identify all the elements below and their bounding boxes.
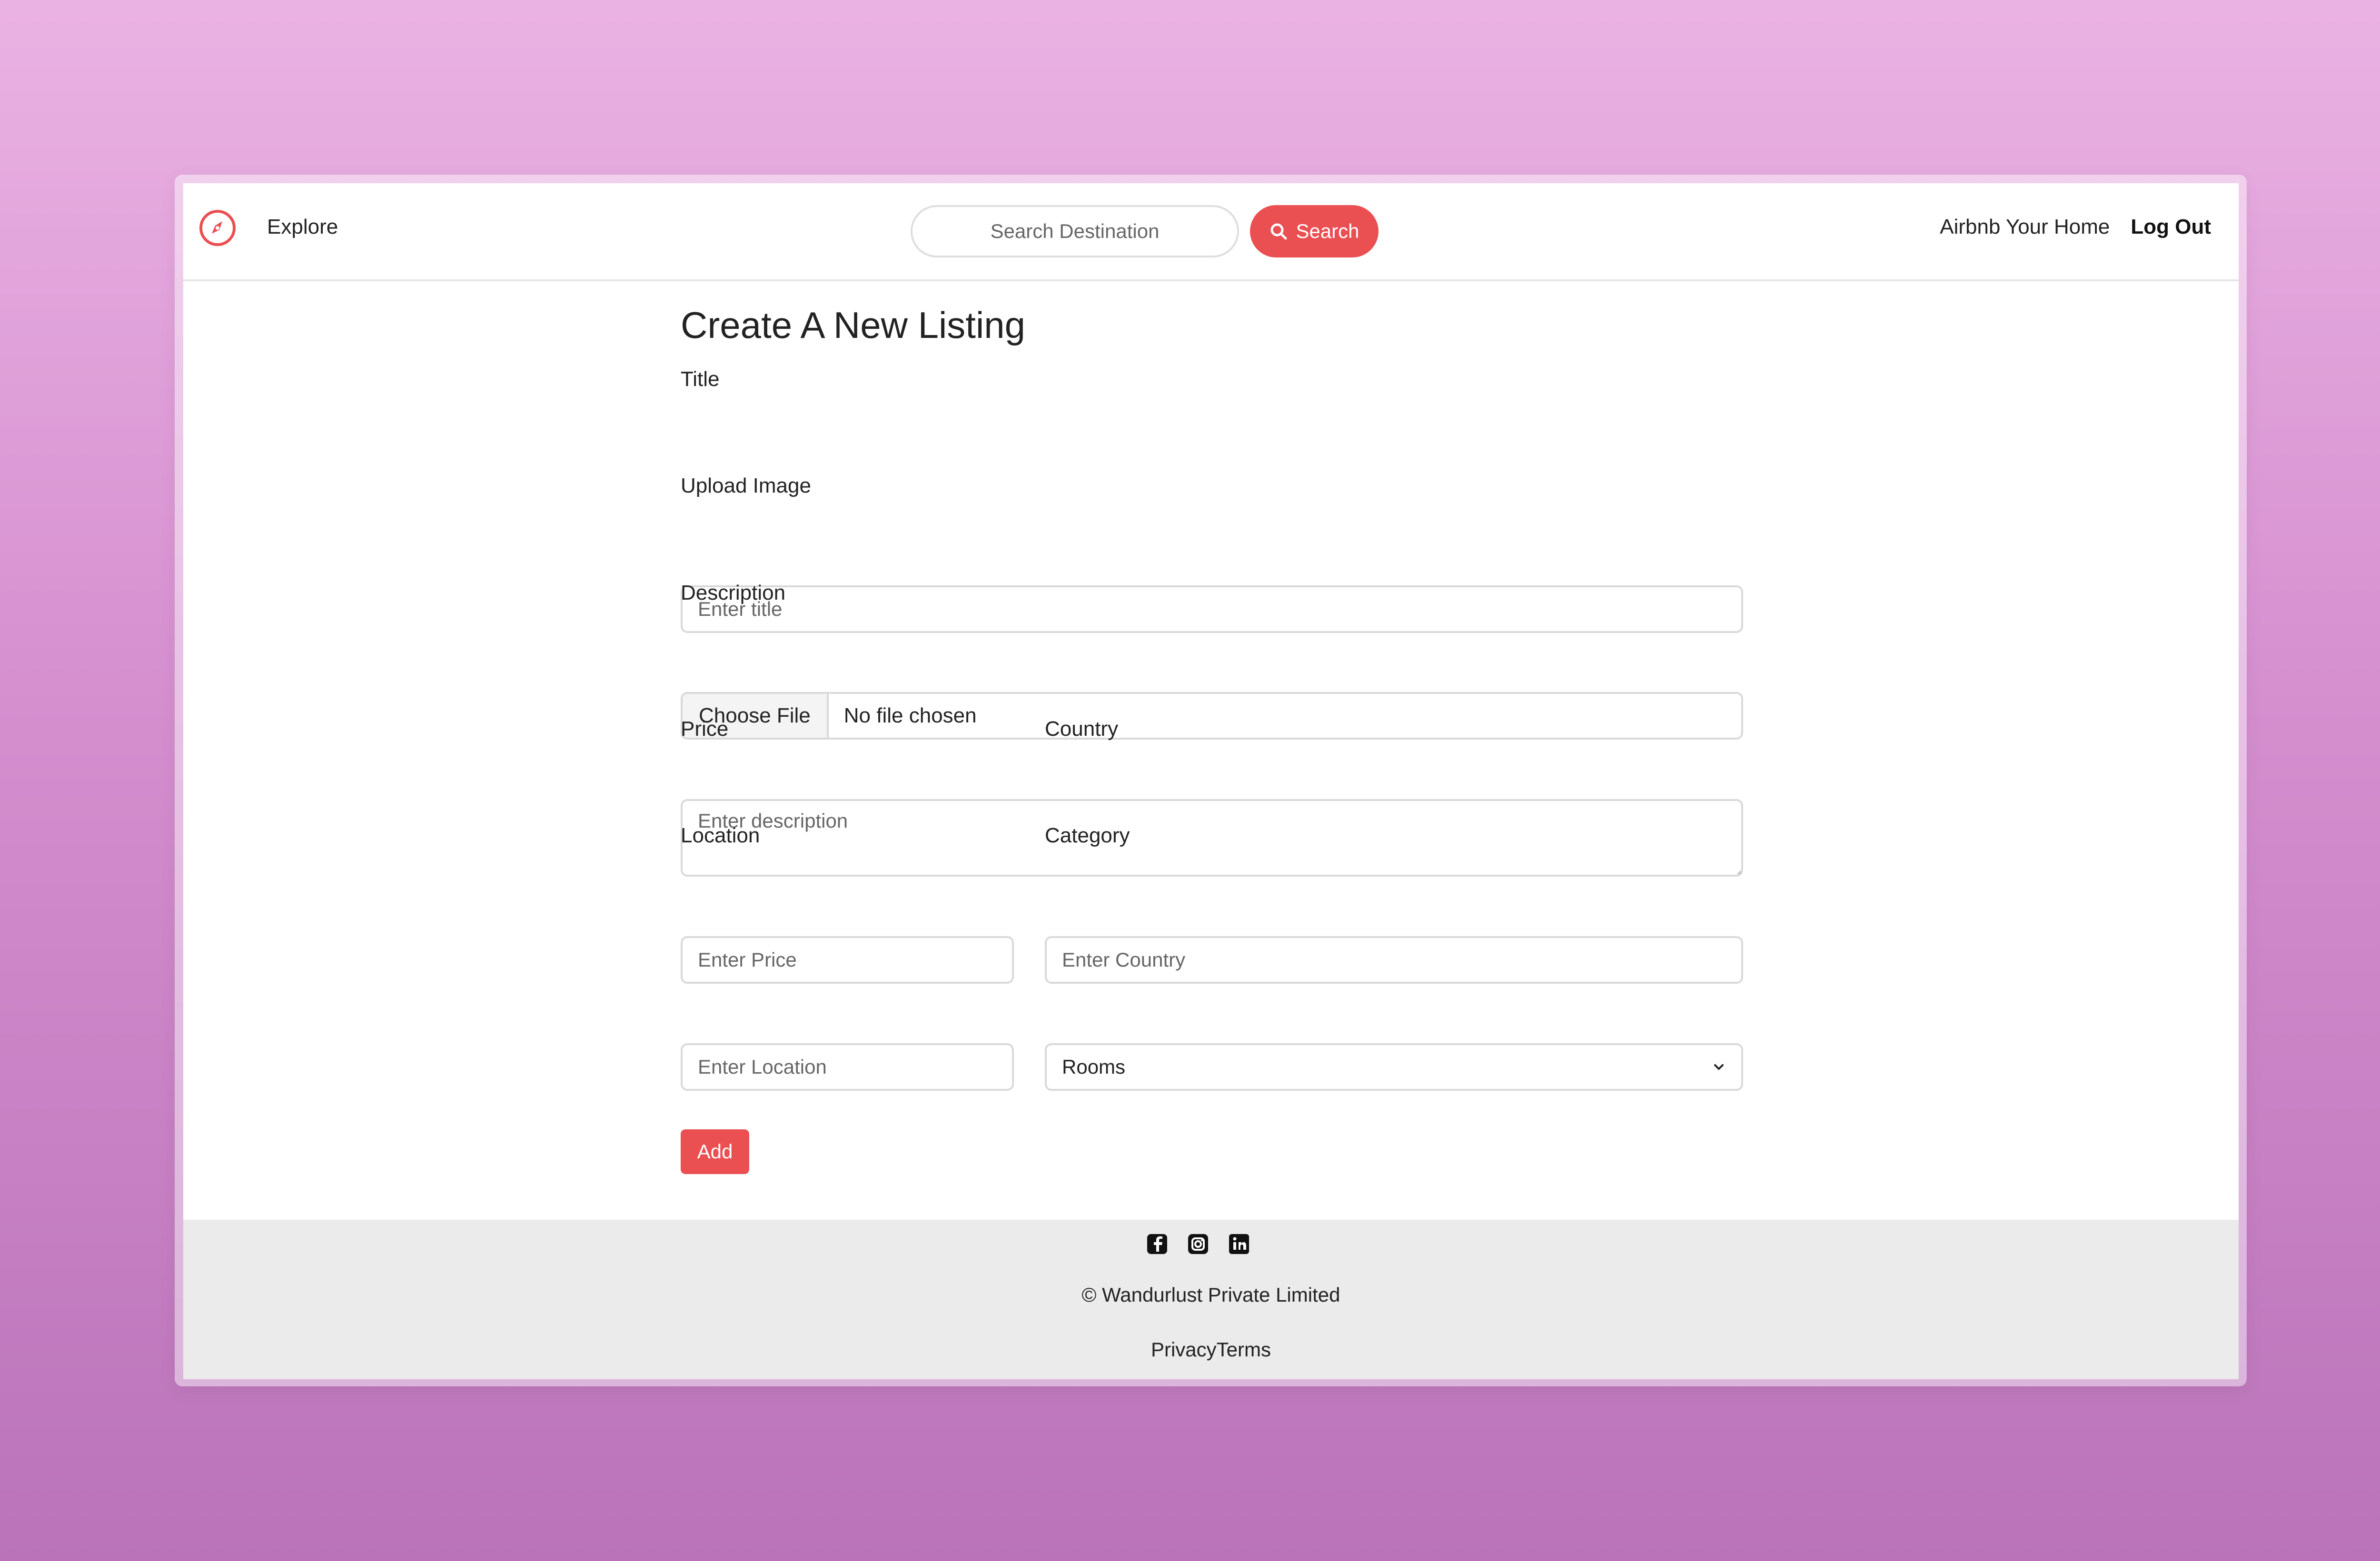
compass-icon[interactable] — [198, 208, 238, 248]
browser-window: Explore Search Airbnb Your Home Log Out … — [183, 183, 2239, 1379]
country-label: Country — [1045, 717, 1119, 741]
search-button[interactable]: Search — [1250, 205, 1378, 257]
price-label: Price — [681, 717, 729, 741]
category-label: Category — [1045, 824, 1130, 847]
instagram-icon[interactable] — [1187, 1233, 1210, 1255]
terms-link[interactable]: Terms — [1217, 1338, 1271, 1361]
price-input[interactable] — [681, 936, 1014, 984]
explore-link[interactable]: Explore — [267, 213, 338, 241]
search-icon — [1269, 222, 1288, 241]
location-input[interactable] — [681, 1043, 1014, 1091]
top-navbar: Explore Search Airbnb Your Home Log Out — [183, 183, 2239, 281]
log-out-link[interactable]: Log Out — [2131, 213, 2211, 241]
linkedin-icon[interactable] — [1228, 1233, 1250, 1255]
location-label: Location — [681, 824, 760, 847]
new-listing-form: Create A New Listing Title Upload Image … — [681, 301, 1743, 1174]
search-destination-input[interactable] — [911, 205, 1239, 257]
category-selected-value: Rooms — [1062, 1056, 1126, 1078]
footer-links: PrivacyTerms — [183, 1336, 2239, 1363]
account-nav: Airbnb Your Home Log Out — [1940, 213, 2211, 241]
search-button-label: Search — [1296, 220, 1359, 242]
category-select[interactable]: Rooms — [1045, 1043, 1743, 1091]
add-listing-button[interactable]: Add — [681, 1129, 749, 1174]
title-label: Title — [681, 367, 720, 391]
copyright-text: © Wandurlust Private Limited — [1081, 1284, 1340, 1306]
country-input[interactable] — [1045, 936, 1743, 984]
chevron-down-icon — [1712, 1060, 1726, 1074]
page-title: Create A New Listing — [681, 304, 1026, 346]
file-status-text: No file chosen — [843, 704, 977, 727]
upload-image-input[interactable]: Choose File No file chosen — [681, 692, 1743, 740]
social-links — [1146, 1233, 1250, 1255]
site-footer: © Wandurlust Private Limited PrivacyTerm… — [183, 1220, 2239, 1379]
description-label: Description — [681, 581, 786, 604]
upload-image-label: Upload Image — [681, 474, 811, 497]
description-textarea[interactable] — [681, 799, 1743, 877]
privacy-link[interactable]: Privacy — [1151, 1338, 1217, 1361]
airbnb-your-home-link[interactable]: Airbnb Your Home — [1940, 213, 2110, 241]
title-input[interactable] — [681, 585, 1743, 633]
facebook-icon[interactable] — [1146, 1233, 1169, 1255]
